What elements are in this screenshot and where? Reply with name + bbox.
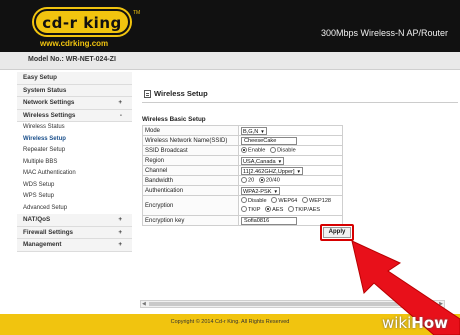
- sidebar-item-label: Wireless Settings: [23, 111, 76, 119]
- expand-icon[interactable]: +: [118, 97, 122, 109]
- encryption-disable-radio[interactable]: [241, 197, 247, 204]
- sidebar-subitem-wireless-setup[interactable]: Wireless Setup: [17, 134, 132, 146]
- chevron-down-icon: ▼: [277, 158, 283, 164]
- sidebar-item-system-status[interactable]: System Status: [17, 84, 132, 97]
- encryption-disable-label: Disable: [248, 197, 267, 204]
- bandwidth-20-radio[interactable]: [241, 177, 247, 184]
- ssid-broadcast-enable-radio[interactable]: [241, 147, 247, 154]
- wireless-basic-form: Mode B,G,N ▼ Wireless Network Name(SSID) …: [142, 125, 343, 226]
- expand-icon[interactable]: +: [118, 214, 122, 226]
- sidebar-subitem-wps-setup[interactable]: WPS Setup: [17, 191, 132, 203]
- mode-value: B,G,N: [243, 128, 259, 135]
- header-bar: cd-r king TM www.cdrking.com 300Mbps Wir…: [0, 0, 460, 52]
- channel-label: Channel: [142, 165, 239, 176]
- sidebar-subitem-mac-authentication[interactable]: MAC Authentication: [17, 168, 132, 180]
- expand-icon[interactable]: +: [118, 239, 122, 251]
- sidebar-item-easy-setup[interactable]: Easy Setup: [17, 72, 132, 85]
- ssid-broadcast-disable-radio[interactable]: [270, 147, 277, 154]
- trademark-mark: TM: [133, 10, 141, 16]
- sidebar-subitem-advanced-setup[interactable]: Advanced Setup: [17, 203, 132, 215]
- ssid-label: Wireless Network Name(SSID): [142, 135, 239, 146]
- page-title: Wireless Setup: [154, 89, 208, 98]
- sidebar-item-label: Easy Setup: [23, 74, 57, 81]
- chevron-down-icon: ▼: [260, 128, 265, 134]
- channel-select[interactable]: 11[2.462GHZ,Upper] ▼: [241, 166, 303, 175]
- bandwidth-label: Bandwidth: [142, 175, 239, 186]
- bandwidth-20-40-label: 20/40: [265, 177, 280, 184]
- enable-option-label: Enable: [248, 147, 266, 154]
- authentication-select[interactable]: WPA2-PSK ▼: [241, 186, 280, 195]
- watermark: wikiHow: [382, 314, 448, 332]
- brand-url: www.cdrking.com: [40, 39, 109, 48]
- chevron-down-icon: ▼: [273, 188, 278, 194]
- region-label: Region: [142, 155, 239, 166]
- encryption-label: Encryption: [142, 195, 239, 216]
- sidebar-subitem-wds-setup[interactable]: WDS Setup: [17, 180, 132, 192]
- encryption-key-label: Encryption key: [142, 215, 239, 226]
- router-admin-page: cd-r king TM www.cdrking.com 300Mbps Wir…: [0, 0, 460, 335]
- encryption-tkip-aes-label: TKIP/AES: [294, 206, 321, 213]
- encryption-aes-radio[interactable]: [265, 206, 272, 213]
- sidebar-item-firewall-settings[interactable]: Firewall Settings +: [17, 226, 132, 239]
- sidebar-item-wireless-settings[interactable]: Wireless Settings -: [17, 109, 132, 122]
- encryption-wep64-radio[interactable]: [271, 197, 278, 204]
- expand-icon[interactable]: +: [118, 227, 122, 239]
- product-title: 300Mbps Wireless-N AP/Router: [320, 28, 448, 38]
- watermark-part-2: How: [411, 314, 449, 332]
- mode-select[interactable]: B,G,N ▼: [241, 126, 267, 135]
- region-select[interactable]: USA,Canada ▼: [241, 156, 285, 165]
- encryption-wep128-radio[interactable]: [301, 197, 308, 204]
- channel-value: 11[2.462GHZ,Upper]: [243, 168, 295, 175]
- ssid-input[interactable]: CheeseCake: [241, 136, 297, 145]
- sidebar-item-management[interactable]: Management +: [17, 239, 132, 252]
- authentication-label: Authentication: [142, 185, 239, 196]
- watermark-part-1: wiki: [382, 314, 412, 332]
- brand-logo-text: cd-r king: [42, 14, 122, 32]
- encryption-aes-label: AES: [272, 206, 284, 213]
- encryption-tkip-aes-radio[interactable]: [287, 206, 294, 213]
- sidebar-item-label: Management: [23, 241, 62, 248]
- sidebar-subitem-repeater-setup[interactable]: Repeater Setup: [17, 145, 132, 157]
- sidebar-item-label: NAT/QoS: [23, 216, 51, 223]
- disable-option-label: Disable: [277, 147, 296, 154]
- encryption-key-input[interactable]: Sofia0816: [241, 216, 297, 225]
- region-value: USA,Canada: [243, 158, 276, 165]
- brand-logo: cd-r king: [34, 9, 130, 35]
- bandwidth-20-label: 20: [248, 177, 255, 184]
- bandwidth-20-40-radio[interactable]: [258, 177, 265, 184]
- encryption-tkip-label: TKIP: [248, 206, 261, 213]
- chevron-down-icon: ▼: [296, 168, 301, 174]
- sidebar-subitem-wireless-status[interactable]: Wireless Status: [17, 122, 132, 134]
- sidebar-item-nat-qos[interactable]: NAT/QoS +: [17, 214, 132, 227]
- title-divider: [142, 102, 458, 103]
- sidebar-nav: Easy Setup System Status Network Setting…: [17, 72, 132, 312]
- encryption-wep128-label: WEP128: [308, 197, 332, 204]
- group-title: Wireless Basic Setup: [142, 116, 206, 123]
- model-number: Model No.: WR-NET-024-ZI: [28, 56, 116, 63]
- encryption-wep64-label: WEP64: [278, 197, 298, 204]
- sidebar-item-network-settings[interactable]: Network Settings +: [17, 97, 132, 110]
- encryption-tkip-radio[interactable]: [241, 206, 247, 213]
- sidebar-item-label: Network Settings: [23, 99, 75, 106]
- authentication-value: WPA2-PSK: [243, 188, 272, 195]
- collapse-icon[interactable]: -: [120, 110, 122, 122]
- mode-label: Mode: [142, 125, 239, 136]
- ssid-broadcast-label: SSID Broadcast: [142, 145, 239, 156]
- document-icon: [144, 90, 151, 98]
- sidebar-item-label: System Status: [23, 86, 67, 94]
- scroll-left-icon[interactable]: ◀: [142, 301, 146, 307]
- model-bar: Model No.: WR-NET-024-ZI: [0, 52, 460, 70]
- sidebar-subitem-multiple-bbs[interactable]: Multiple BBS: [17, 157, 132, 169]
- sidebar-item-label: Firewall Settings: [23, 228, 74, 236]
